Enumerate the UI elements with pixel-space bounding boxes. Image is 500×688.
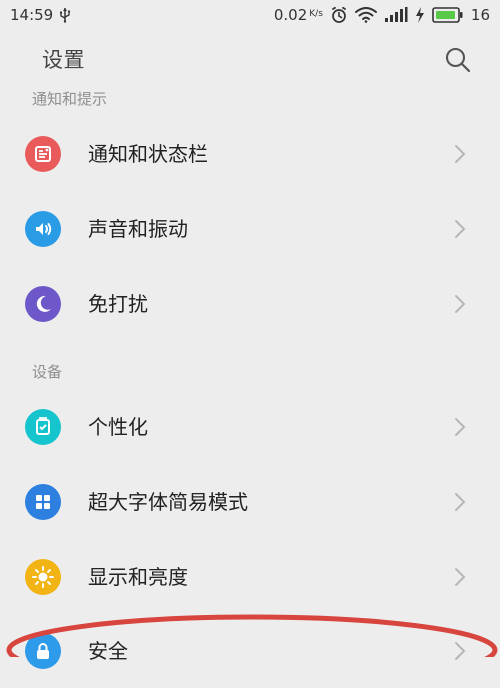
network-speed-unit: K/s [309,9,323,19]
status-time: 14:59 [10,6,54,24]
chevron-right-icon [455,568,466,586]
settings-item-notifications-statusbar[interactable]: 通知和状态栏 [0,117,500,191]
settings-item-label: 个性化 [88,415,148,439]
settings-item-label: 声音和振动 [88,217,188,241]
settings-item-label: 通知和状态栏 [88,142,208,166]
grid-icon [36,495,50,509]
network-speed: 0.02 K/s [274,6,323,24]
lock-icon-bg [25,633,61,669]
signal-icon [384,7,408,23]
chevron-right-icon [455,295,466,313]
settings-item-do-not-disturb[interactable]: 免打扰 [0,267,500,341]
wifi-icon [354,7,377,23]
personalize-icon-bg [25,409,61,445]
status-right: 0.02 K/s 16 [274,6,490,24]
grid-icon-bg [25,484,61,520]
battery-level: 16 [470,6,490,24]
chevron-right-icon [455,642,466,660]
status-left: 14:59 [10,6,71,24]
page-title: 设置 [42,48,85,72]
notification-icon-bg [25,136,61,172]
settings-item-personalization[interactable]: 个性化 [0,390,500,464]
chevron-right-icon [455,220,466,238]
search-icon [445,47,470,72]
settings-item-label: 显示和亮度 [88,565,188,589]
moon-icon-bg [25,286,61,322]
settings-item-label: 超大字体简易模式 [88,490,248,514]
settings-item-label: 安全 [88,639,128,663]
sun-icon [32,566,54,588]
notification-icon [35,146,51,162]
chevron-right-icon [455,145,466,163]
settings-item-sound-vibration[interactable]: 声音和振动 [0,192,500,266]
sound-icon-bg [25,211,61,247]
battery-icon [432,6,464,24]
status-bar: 14:59 0.02 K/s 16 [0,0,500,30]
section-header-device: 设备 [32,363,63,381]
settings-item-label: 免打扰 [88,292,148,316]
settings-item-display-brightness[interactable]: 显示和亮度 [0,540,500,614]
lock-icon [37,643,49,659]
sound-icon [36,223,52,235]
chevron-right-icon [455,418,466,436]
section-header-notifications: 通知和提示 [32,90,108,108]
personalize-icon [36,417,50,435]
settings-item-security[interactable]: 安全 [0,614,500,688]
sun-icon-bg [25,559,61,595]
search-button[interactable] [442,44,472,74]
moon-icon [36,295,51,312]
network-speed-value: 0.02 [273,6,308,24]
chevron-right-icon [455,493,466,511]
usb-icon [59,7,71,23]
header: 设置 [0,30,500,86]
alarm-icon [330,6,348,24]
settings-item-large-font-mode[interactable]: 超大字体简易模式 [0,465,500,539]
charging-icon [415,7,425,23]
